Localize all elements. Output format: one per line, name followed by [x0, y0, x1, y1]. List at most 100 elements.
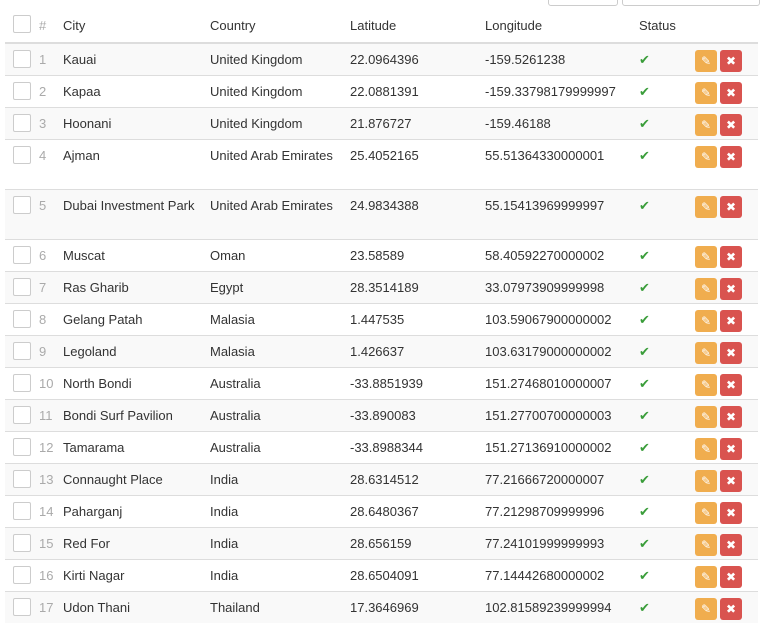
row-checkbox[interactable] — [13, 406, 31, 424]
delete-icon[interactable]: ✖ — [720, 438, 742, 460]
delete-icon[interactable]: ✖ — [720, 246, 742, 268]
delete-icon[interactable]: ✖ — [720, 114, 742, 136]
row-checkbox[interactable] — [13, 470, 31, 488]
table-row[interactable]: 14PaharganjIndia28.648036777.21298709999… — [5, 496, 758, 528]
delete-icon[interactable]: ✖ — [720, 310, 742, 332]
table-row[interactable]: 6MuscatOman23.5858958.40592270000002✔✎✖ — [5, 240, 758, 272]
table-row[interactable]: 3HoonaniUnited Kingdom21.876727-159.4618… — [5, 108, 758, 140]
row-country: United Kingdom — [206, 43, 346, 76]
edit-icon[interactable]: ✎ — [695, 406, 717, 428]
row-checkbox[interactable] — [13, 50, 31, 68]
row-longitude: 58.40592270000002 — [481, 240, 635, 272]
delete-icon[interactable]: ✖ — [720, 598, 742, 620]
delete-icon[interactable]: ✖ — [720, 342, 742, 364]
row-checkbox[interactable] — [13, 196, 31, 214]
top-toolbar — [548, 0, 760, 6]
edit-icon[interactable]: ✎ — [695, 114, 717, 136]
table-row[interactable]: 13Connaught PlaceIndia28.631451277.21666… — [5, 464, 758, 496]
row-country: India — [206, 560, 346, 592]
delete-icon[interactable]: ✖ — [720, 406, 742, 428]
table-row[interactable]: 1KauaiUnited Kingdom22.0964396-159.52612… — [5, 43, 758, 76]
edit-icon[interactable]: ✎ — [695, 278, 717, 300]
table-row[interactable]: 15Red ForIndia28.65615977.24101999999993… — [5, 528, 758, 560]
edit-icon[interactable]: ✎ — [695, 534, 717, 556]
edit-icon[interactable]: ✎ — [695, 342, 717, 364]
check-icon: ✔ — [639, 198, 650, 213]
row-latitude: -33.8988344 — [346, 432, 481, 464]
row-checkbox[interactable] — [13, 82, 31, 100]
row-checkbox[interactable] — [13, 310, 31, 328]
row-city: Gelang Patah — [59, 304, 206, 336]
table-row[interactable]: 7Ras GharibEgypt28.351418933.07973909999… — [5, 272, 758, 304]
row-checkbox[interactable] — [13, 342, 31, 360]
header-status[interactable]: Status — [635, 8, 691, 43]
row-latitude: 28.6480367 — [346, 496, 481, 528]
edit-icon[interactable]: ✎ — [695, 196, 717, 218]
table-row[interactable]: 5Dubai Investment ParkUnited Arab Emirat… — [5, 190, 758, 240]
delete-icon[interactable]: ✖ — [720, 50, 742, 72]
table-row[interactable]: 17Udon ThaniThailand17.3646969102.815892… — [5, 592, 758, 623]
row-latitude: 22.0964396 — [346, 43, 481, 76]
delete-icon[interactable]: ✖ — [720, 502, 742, 524]
table-row[interactable]: 4AjmanUnited Arab Emirates25.405216555.5… — [5, 140, 758, 190]
edit-icon[interactable]: ✎ — [695, 438, 717, 460]
delete-icon[interactable]: ✖ — [720, 196, 742, 218]
row-checkbox[interactable] — [13, 534, 31, 552]
delete-icon[interactable]: ✖ — [720, 146, 742, 168]
table-row[interactable]: 9LegolandMalasia1.426637103.631790000000… — [5, 336, 758, 368]
delete-icon[interactable]: ✖ — [720, 374, 742, 396]
row-index: 15 — [35, 528, 59, 560]
row-longitude: 77.21298709999996 — [481, 496, 635, 528]
delete-icon[interactable]: ✖ — [720, 278, 742, 300]
row-checkbox[interactable] — [13, 114, 31, 132]
edit-icon[interactable]: ✎ — [695, 566, 717, 588]
table-row[interactable]: 11Bondi Surf PavilionAustralia-33.890083… — [5, 400, 758, 432]
header-longitude[interactable]: Longitude — [481, 8, 635, 43]
delete-icon[interactable]: ✖ — [720, 534, 742, 556]
row-city: Red For — [59, 528, 206, 560]
toolbar-button[interactable] — [622, 0, 760, 6]
row-city: Muscat — [59, 240, 206, 272]
row-checkbox[interactable] — [13, 374, 31, 392]
edit-icon[interactable]: ✎ — [695, 502, 717, 524]
row-city: North Bondi — [59, 368, 206, 400]
table-row[interactable]: 2KapaaUnited Kingdom22.0881391-159.33798… — [5, 76, 758, 108]
toolbar-button[interactable] — [548, 0, 618, 6]
row-checkbox[interactable] — [13, 598, 31, 616]
edit-icon[interactable]: ✎ — [695, 598, 717, 620]
edit-icon[interactable]: ✎ — [695, 146, 717, 168]
row-checkbox[interactable] — [13, 278, 31, 296]
edit-icon[interactable]: ✎ — [695, 246, 717, 268]
edit-icon[interactable]: ✎ — [695, 82, 717, 104]
row-index: 11 — [35, 400, 59, 432]
delete-icon[interactable]: ✖ — [720, 566, 742, 588]
row-index: 1 — [35, 43, 59, 76]
header-country[interactable]: Country — [206, 8, 346, 43]
table-row[interactable]: 8Gelang PatahMalasia1.447535103.59067900… — [5, 304, 758, 336]
row-longitude: 33.07973909999998 — [481, 272, 635, 304]
row-longitude: 77.21666720000007 — [481, 464, 635, 496]
table-row[interactable]: 12TamaramaAustralia-33.8988344151.271369… — [5, 432, 758, 464]
edit-icon[interactable]: ✎ — [695, 470, 717, 492]
header-city[interactable]: City — [59, 8, 206, 43]
row-checkbox[interactable] — [13, 246, 31, 264]
row-country: Australia — [206, 368, 346, 400]
row-checkbox[interactable] — [13, 502, 31, 520]
row-country: Egypt — [206, 272, 346, 304]
table-row[interactable]: 10North BondiAustralia-33.8851939151.274… — [5, 368, 758, 400]
check-icon: ✔ — [639, 440, 650, 455]
delete-icon[interactable]: ✖ — [720, 82, 742, 104]
row-country: India — [206, 528, 346, 560]
delete-icon[interactable]: ✖ — [720, 470, 742, 492]
table-row[interactable]: 16Kirti NagarIndia28.650409177.144426800… — [5, 560, 758, 592]
edit-icon[interactable]: ✎ — [695, 374, 717, 396]
row-checkbox[interactable] — [13, 146, 31, 164]
edit-icon[interactable]: ✎ — [695, 310, 717, 332]
row-country: United Kingdom — [206, 76, 346, 108]
edit-icon[interactable]: ✎ — [695, 50, 717, 72]
row-checkbox[interactable] — [13, 438, 31, 456]
header-latitude[interactable]: Latitude — [346, 8, 481, 43]
row-index: 3 — [35, 108, 59, 140]
row-checkbox[interactable] — [13, 566, 31, 584]
select-all-checkbox[interactable] — [13, 15, 31, 33]
